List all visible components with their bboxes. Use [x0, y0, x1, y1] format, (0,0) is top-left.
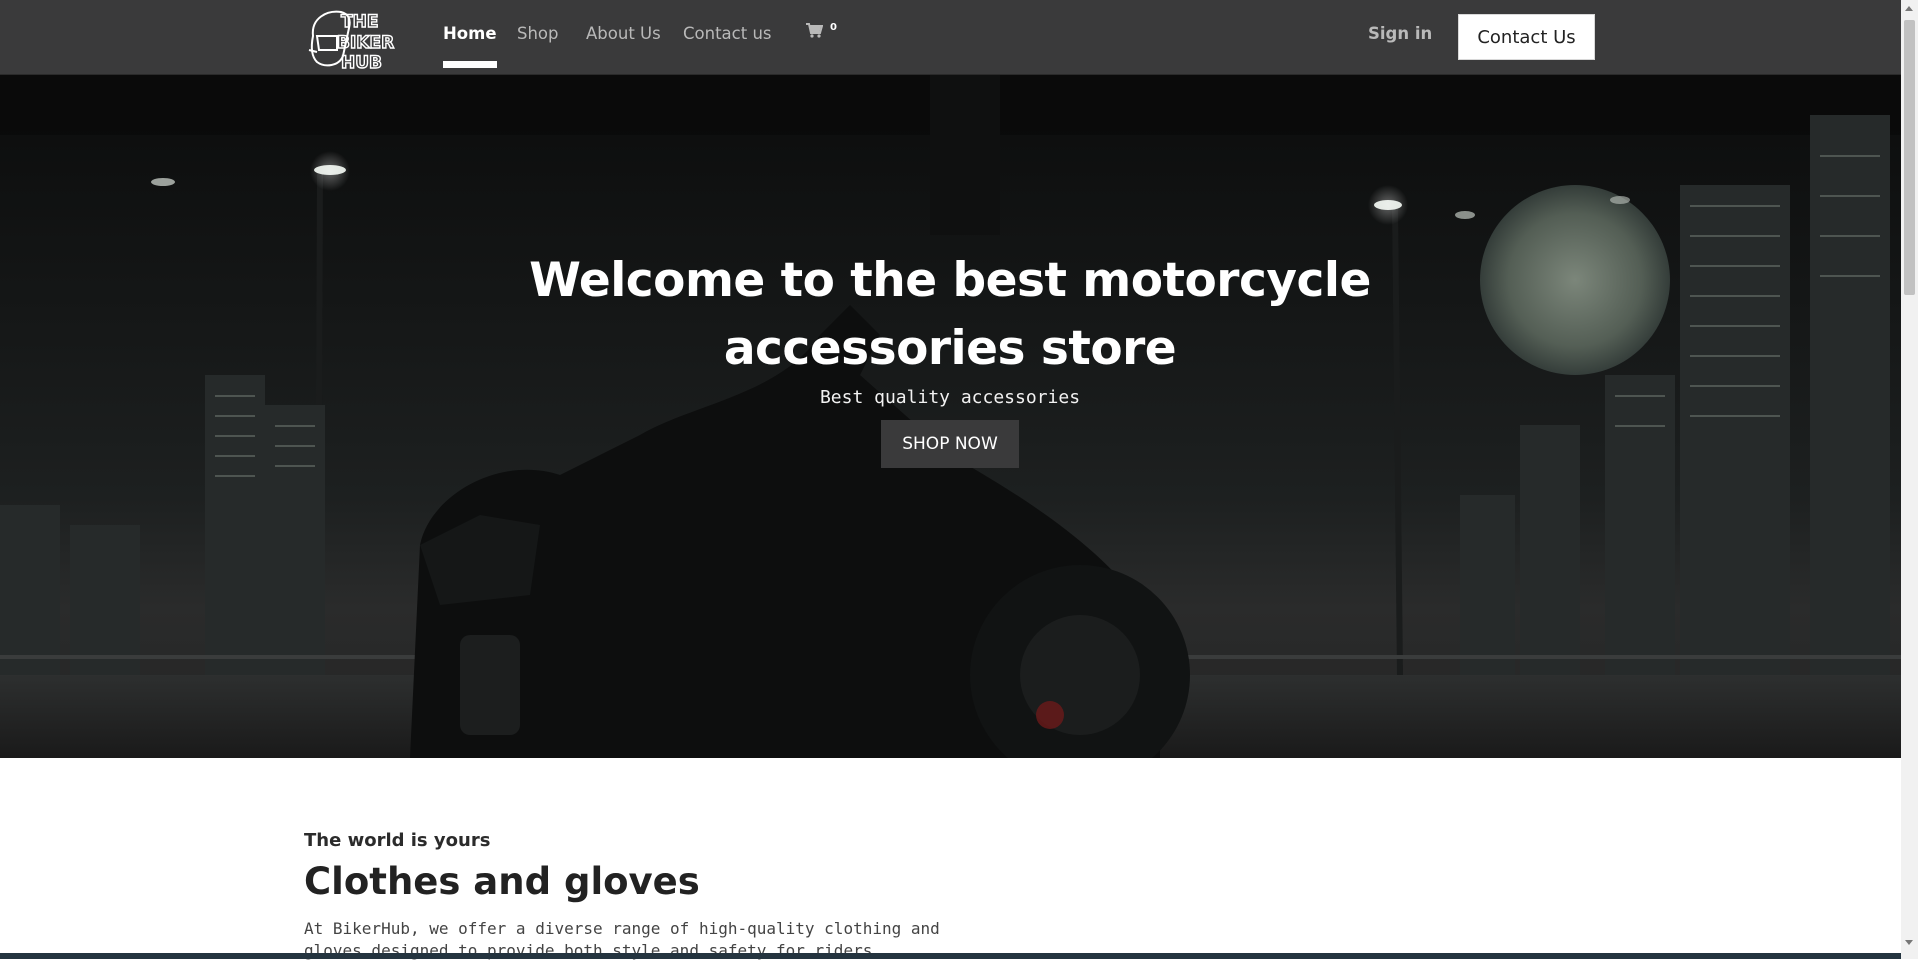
hero-content: Welcome to the best motorcycle accessori…	[450, 247, 1450, 468]
shopping-cart-icon[interactable]	[805, 22, 824, 42]
section-kicker: The world is yours	[304, 830, 491, 851]
nav-link-about-us[interactable]: About Us	[586, 24, 661, 68]
svg-text:HUB: HUB	[341, 53, 382, 72]
svg-text:THE: THE	[341, 12, 378, 32]
scrollbar-thumb[interactable]	[1904, 20, 1915, 295]
cart-count-badge: 0	[830, 22, 837, 33]
nav-link-home[interactable]: Home	[443, 24, 497, 68]
nav-link-contact-us[interactable]: Contact us	[683, 24, 772, 68]
scroll-down-arrow-icon[interactable]	[1905, 940, 1913, 945]
nav-link-shop[interactable]: Shop	[517, 24, 559, 68]
top-navbar: THE BIKER HUB Home Shop About Us Contact…	[0, 0, 1901, 75]
scroll-up-arrow-icon[interactable]	[1905, 6, 1913, 11]
svg-text:BIKER: BIKER	[337, 33, 394, 53]
biker-hub-logo[interactable]: THE BIKER HUB	[303, 6, 403, 74]
section-title: Clothes and gloves	[304, 860, 700, 903]
shop-now-button[interactable]: SHOP NOW	[881, 420, 1019, 468]
sign-in-link[interactable]: Sign in	[1368, 24, 1432, 43]
hero-title: Welcome to the best motorcycle accessori…	[529, 253, 1371, 376]
contact-us-button[interactable]: Contact Us	[1458, 14, 1595, 60]
hero-subtitle: Best quality accessories	[819, 387, 1081, 408]
page-scrollbar[interactable]	[1901, 0, 1918, 959]
taskbar-strip	[0, 953, 1901, 959]
hero-banner: Welcome to the best motorcycle accessori…	[0, 75, 1901, 758]
